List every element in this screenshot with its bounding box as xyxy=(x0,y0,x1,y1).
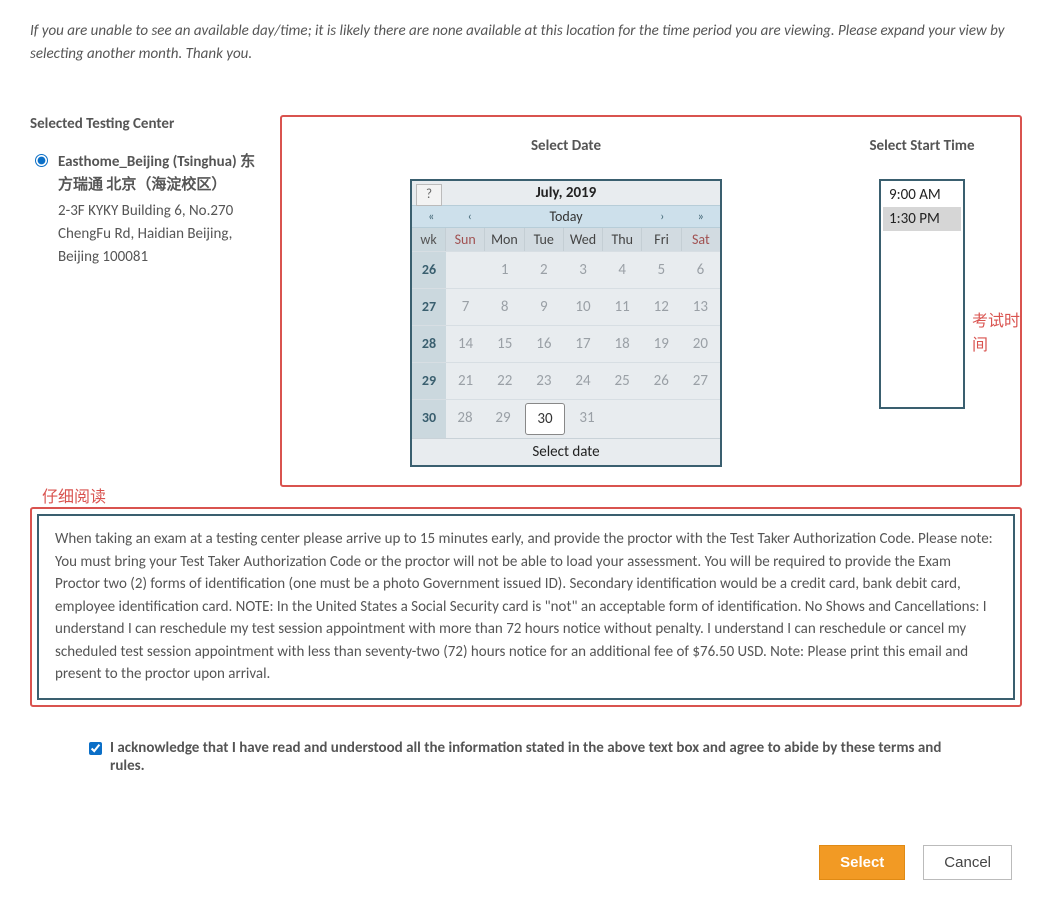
select-button[interactable]: Select xyxy=(819,845,905,880)
calendar-day-10[interactable]: 10 xyxy=(563,289,602,325)
testing-center-title: Selected Testing Center xyxy=(30,115,260,133)
testing-center-panel: Selected Testing Center Easthome_Beijing… xyxy=(30,115,280,269)
calendar-nav-next[interactable]: › xyxy=(643,208,682,226)
calendar-day-1[interactable]: 1 xyxy=(485,252,524,288)
calendar-week-number: 30 xyxy=(412,400,446,438)
acknowledge-label: I acknowledge that I have read and under… xyxy=(110,739,942,775)
calendar-footer: Select date xyxy=(412,438,720,465)
calendar-day-empty xyxy=(446,252,485,288)
calendar-day-16[interactable]: 16 xyxy=(524,326,563,362)
calendar-nav-first[interactable]: « xyxy=(412,208,451,226)
calendar-week-number: 27 xyxy=(412,289,446,325)
calendar-nav-today[interactable]: Today xyxy=(489,206,643,227)
testing-center-radio[interactable] xyxy=(35,154,48,167)
annotation-read-carefully: 仔细阅读 xyxy=(42,483,106,507)
calendar-day-29[interactable]: 29 xyxy=(484,400,522,438)
testing-center-address: 2-3F KYKY Building 6, No.270 ChengFu Rd,… xyxy=(58,200,260,270)
calendar-day-19[interactable]: 19 xyxy=(642,326,681,362)
calendar-day-23[interactable]: 23 xyxy=(524,363,563,399)
calendar-day-8[interactable]: 8 xyxy=(485,289,524,325)
calendar-day-28[interactable]: 28 xyxy=(446,400,484,438)
calendar-dow-row: wk Sun Mon Tue Wed Thu Fri Sat xyxy=(412,228,720,251)
calendar-day-21[interactable]: 21 xyxy=(446,363,485,399)
calendar-nav-prev[interactable]: ‹ xyxy=(451,208,490,226)
date-time-region: 考试时间 Select Date ? July, 2019 « ‹ Today … xyxy=(280,115,1022,487)
calendar-day-empty xyxy=(682,400,720,438)
start-time-option[interactable]: 1:30 PM xyxy=(883,207,961,231)
cancel-button[interactable]: Cancel xyxy=(923,845,1012,880)
select-time-title: Select Start Time xyxy=(842,137,1002,155)
calendar-day-14[interactable]: 14 xyxy=(446,326,485,362)
calendar-help-button[interactable]: ? xyxy=(416,184,442,206)
calendar-day-2[interactable]: 2 xyxy=(524,252,563,288)
calendar-day-7[interactable]: 7 xyxy=(446,289,485,325)
testing-center-name: Easthome_Beijing (Tsinghua) 东方瑞通 北京（海淀校区… xyxy=(58,151,260,198)
calendar-day-3[interactable]: 3 xyxy=(563,252,602,288)
calendar-day-empty xyxy=(644,400,682,438)
calendar-day-24[interactable]: 24 xyxy=(563,363,602,399)
calendar-week-number: 28 xyxy=(412,326,446,362)
calendar-dow-thu: Thu xyxy=(603,228,642,251)
policy-region: When taking an exam at a testing center … xyxy=(30,507,1022,707)
calendar-dow-tue: Tue xyxy=(525,228,564,251)
calendar-day-25[interactable]: 25 xyxy=(603,363,642,399)
calendar-week-number: 26 xyxy=(412,252,446,288)
calendar-dow-mon: Mon xyxy=(485,228,524,251)
policy-text: When taking an exam at a testing center … xyxy=(37,514,1015,700)
calendar-day-13[interactable]: 13 xyxy=(681,289,720,325)
calendar-dow-wed: Wed xyxy=(564,228,603,251)
annotation-exam-time: 考试时间 xyxy=(972,307,1020,355)
calendar-month-label: July, 2019 xyxy=(412,184,720,202)
select-date-title: Select Date xyxy=(300,137,832,155)
calendar-day-9[interactable]: 9 xyxy=(524,289,563,325)
calendar-day-27[interactable]: 27 xyxy=(681,363,720,399)
calendar-dow-fri: Fri xyxy=(642,228,681,251)
calendar-dow-sun: Sun xyxy=(446,228,485,251)
calendar-dow-sat: Sat xyxy=(682,228,720,251)
calendar-day-18[interactable]: 18 xyxy=(603,326,642,362)
calendar-day-17[interactable]: 17 xyxy=(563,326,602,362)
calendar: ? July, 2019 « ‹ Today › » wk Sun Mon xyxy=(410,179,722,467)
calendar-day-20[interactable]: 20 xyxy=(681,326,720,362)
calendar-day-6[interactable]: 6 xyxy=(681,252,720,288)
calendar-day-12[interactable]: 12 xyxy=(642,289,681,325)
start-time-option[interactable]: 9:00 AM xyxy=(883,183,961,207)
calendar-nav-last[interactable]: » xyxy=(682,208,721,226)
calendar-day-5[interactable]: 5 xyxy=(642,252,681,288)
calendar-wk-header: wk xyxy=(412,228,446,251)
acknowledge-checkbox[interactable] xyxy=(89,742,102,755)
calendar-day-empty xyxy=(606,400,644,438)
calendar-day-22[interactable]: 22 xyxy=(485,363,524,399)
availability-notice: If you are unable to see an available da… xyxy=(30,20,1022,65)
calendar-week-number: 29 xyxy=(412,363,446,399)
calendar-day-4[interactable]: 4 xyxy=(603,252,642,288)
calendar-day-31[interactable]: 31 xyxy=(568,400,606,438)
calendar-day-30[interactable]: 30 xyxy=(525,403,565,435)
calendar-day-26[interactable]: 26 xyxy=(642,363,681,399)
calendar-day-11[interactable]: 11 xyxy=(603,289,642,325)
start-time-list: 9:00 AM1:30 PM xyxy=(879,179,965,409)
calendar-day-15[interactable]: 15 xyxy=(485,326,524,362)
